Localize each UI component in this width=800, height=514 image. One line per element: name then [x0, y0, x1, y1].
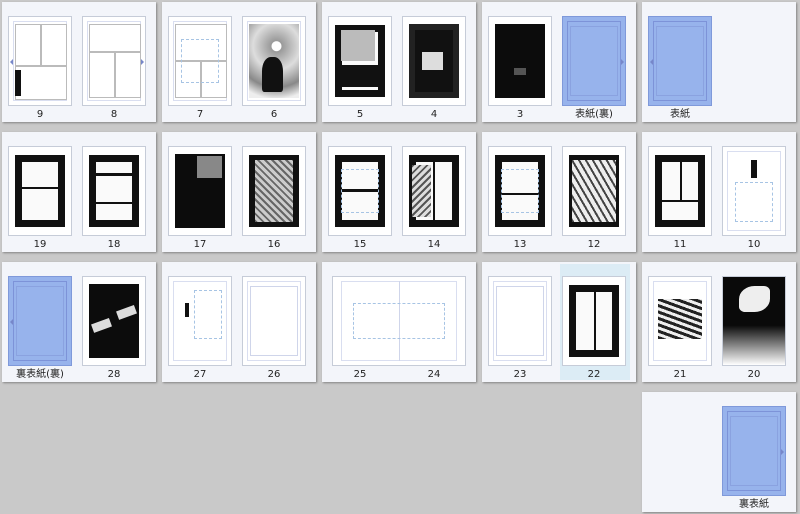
page-number-3: 3	[516, 109, 524, 120]
page-number-28: 28	[107, 369, 121, 380]
page-thumbnail-back-cover[interactable]	[722, 406, 786, 496]
page-thumbnail-5[interactable]	[328, 16, 392, 106]
page-thumbnail-21[interactable]	[648, 276, 712, 366]
spread-25-24[interactable]: 25 24	[322, 262, 476, 382]
page-label-back-cover-inner: 裏表紙(裏)	[16, 369, 64, 380]
spread-17-16[interactable]: 17 16	[162, 132, 316, 252]
page-number-18: 18	[107, 239, 121, 250]
page-thumbnail-16[interactable]	[242, 146, 306, 236]
page-number-12: 12	[587, 239, 601, 250]
page-number-19: 19	[33, 239, 47, 250]
page-thumbnail-14[interactable]	[402, 146, 466, 236]
spread-27-26[interactable]: 27 26	[162, 262, 316, 382]
page-thumbnail-back-cover-inner[interactable]	[8, 276, 72, 366]
page-thumbnail-cover[interactable]	[648, 16, 712, 106]
page-number-8: 8	[110, 109, 118, 120]
page-thumbnail-27[interactable]	[168, 276, 232, 366]
page-thumbnail-22[interactable]	[562, 276, 626, 366]
page-thumbnail-28[interactable]	[82, 276, 146, 366]
page-number-13: 13	[513, 239, 527, 250]
spread-23-22[interactable]: 23 22	[482, 262, 636, 382]
page-number-9: 9	[36, 109, 44, 120]
page-number-17: 17	[193, 239, 207, 250]
page-number-27: 27	[193, 369, 207, 380]
page-thumbnail-7[interactable]	[168, 16, 232, 106]
page-number-21: 21	[673, 369, 687, 380]
page-thumbnail-3[interactable]	[488, 16, 552, 106]
page-thumbnail-18[interactable]	[82, 146, 146, 236]
page-thumbnail-26[interactable]	[242, 276, 306, 366]
page-number-16: 16	[267, 239, 281, 250]
page-thumbnail-13[interactable]	[488, 146, 552, 236]
page-thumbnail-19[interactable]	[8, 146, 72, 236]
page-thumbnail-17[interactable]	[168, 146, 232, 236]
page-number-23: 23	[513, 369, 527, 380]
page-number-4: 4	[430, 109, 438, 120]
spread-9-8[interactable]: 9 8	[2, 2, 156, 122]
page-number-26: 26	[267, 369, 281, 380]
spread-21-20[interactable]: 21 20	[642, 262, 796, 382]
page-thumbnail-4[interactable]	[402, 16, 466, 106]
page-label-cover-back-inner: 表紙(裏)	[575, 109, 613, 120]
page-thumbnail-23[interactable]	[488, 276, 552, 366]
spread-back-cover[interactable]: 裏表紙	[642, 392, 796, 512]
page-thumbnail-10[interactable]	[722, 146, 786, 236]
page-number-14: 14	[427, 239, 441, 250]
page-number-5: 5	[356, 109, 364, 120]
page-number-24: 24	[427, 369, 441, 380]
spread-7-6[interactable]: 7 6	[162, 2, 316, 122]
page-thumbnail-20[interactable]	[722, 276, 786, 366]
page-thumbnail-cover-back-inner[interactable]	[562, 16, 626, 106]
page-number-22: 22	[587, 369, 601, 380]
page-number-11: 11	[673, 239, 687, 250]
page-thumbnail-15[interactable]	[328, 146, 392, 236]
spread-13-12[interactable]: 13 12	[482, 132, 636, 252]
spread-15-14[interactable]: 15 14	[322, 132, 476, 252]
spread-cover[interactable]: 表紙	[642, 2, 796, 122]
page-thumbnail-8[interactable]	[82, 16, 146, 106]
page-number-15: 15	[353, 239, 367, 250]
spread-backcover-inner-28[interactable]: 裏表紙(裏) 28	[2, 262, 156, 382]
spread-11-10[interactable]: 11 10	[642, 132, 796, 252]
spread-19-18[interactable]: 19 18	[2, 132, 156, 252]
page-thumbnail-9[interactable]	[8, 16, 72, 106]
spread-3-cover-inner[interactable]: 3 表紙(裏)	[482, 2, 636, 122]
page-thumbnail-12[interactable]	[562, 146, 626, 236]
page-label-back-cover: 裏表紙	[739, 499, 769, 510]
page-thumbnail-25-24-spread[interactable]	[332, 276, 466, 366]
page-number-25: 25	[353, 369, 367, 380]
page-thumbnail-6[interactable]	[242, 16, 306, 106]
page-number-6: 6	[270, 109, 278, 120]
page-number-7: 7	[196, 109, 204, 120]
page-label-cover: 表紙	[670, 109, 690, 120]
page-number-20: 20	[747, 369, 761, 380]
page-number-10: 10	[747, 239, 761, 250]
spread-5-4[interactable]: 5 4	[322, 2, 476, 122]
page-thumbnail-11[interactable]	[648, 146, 712, 236]
